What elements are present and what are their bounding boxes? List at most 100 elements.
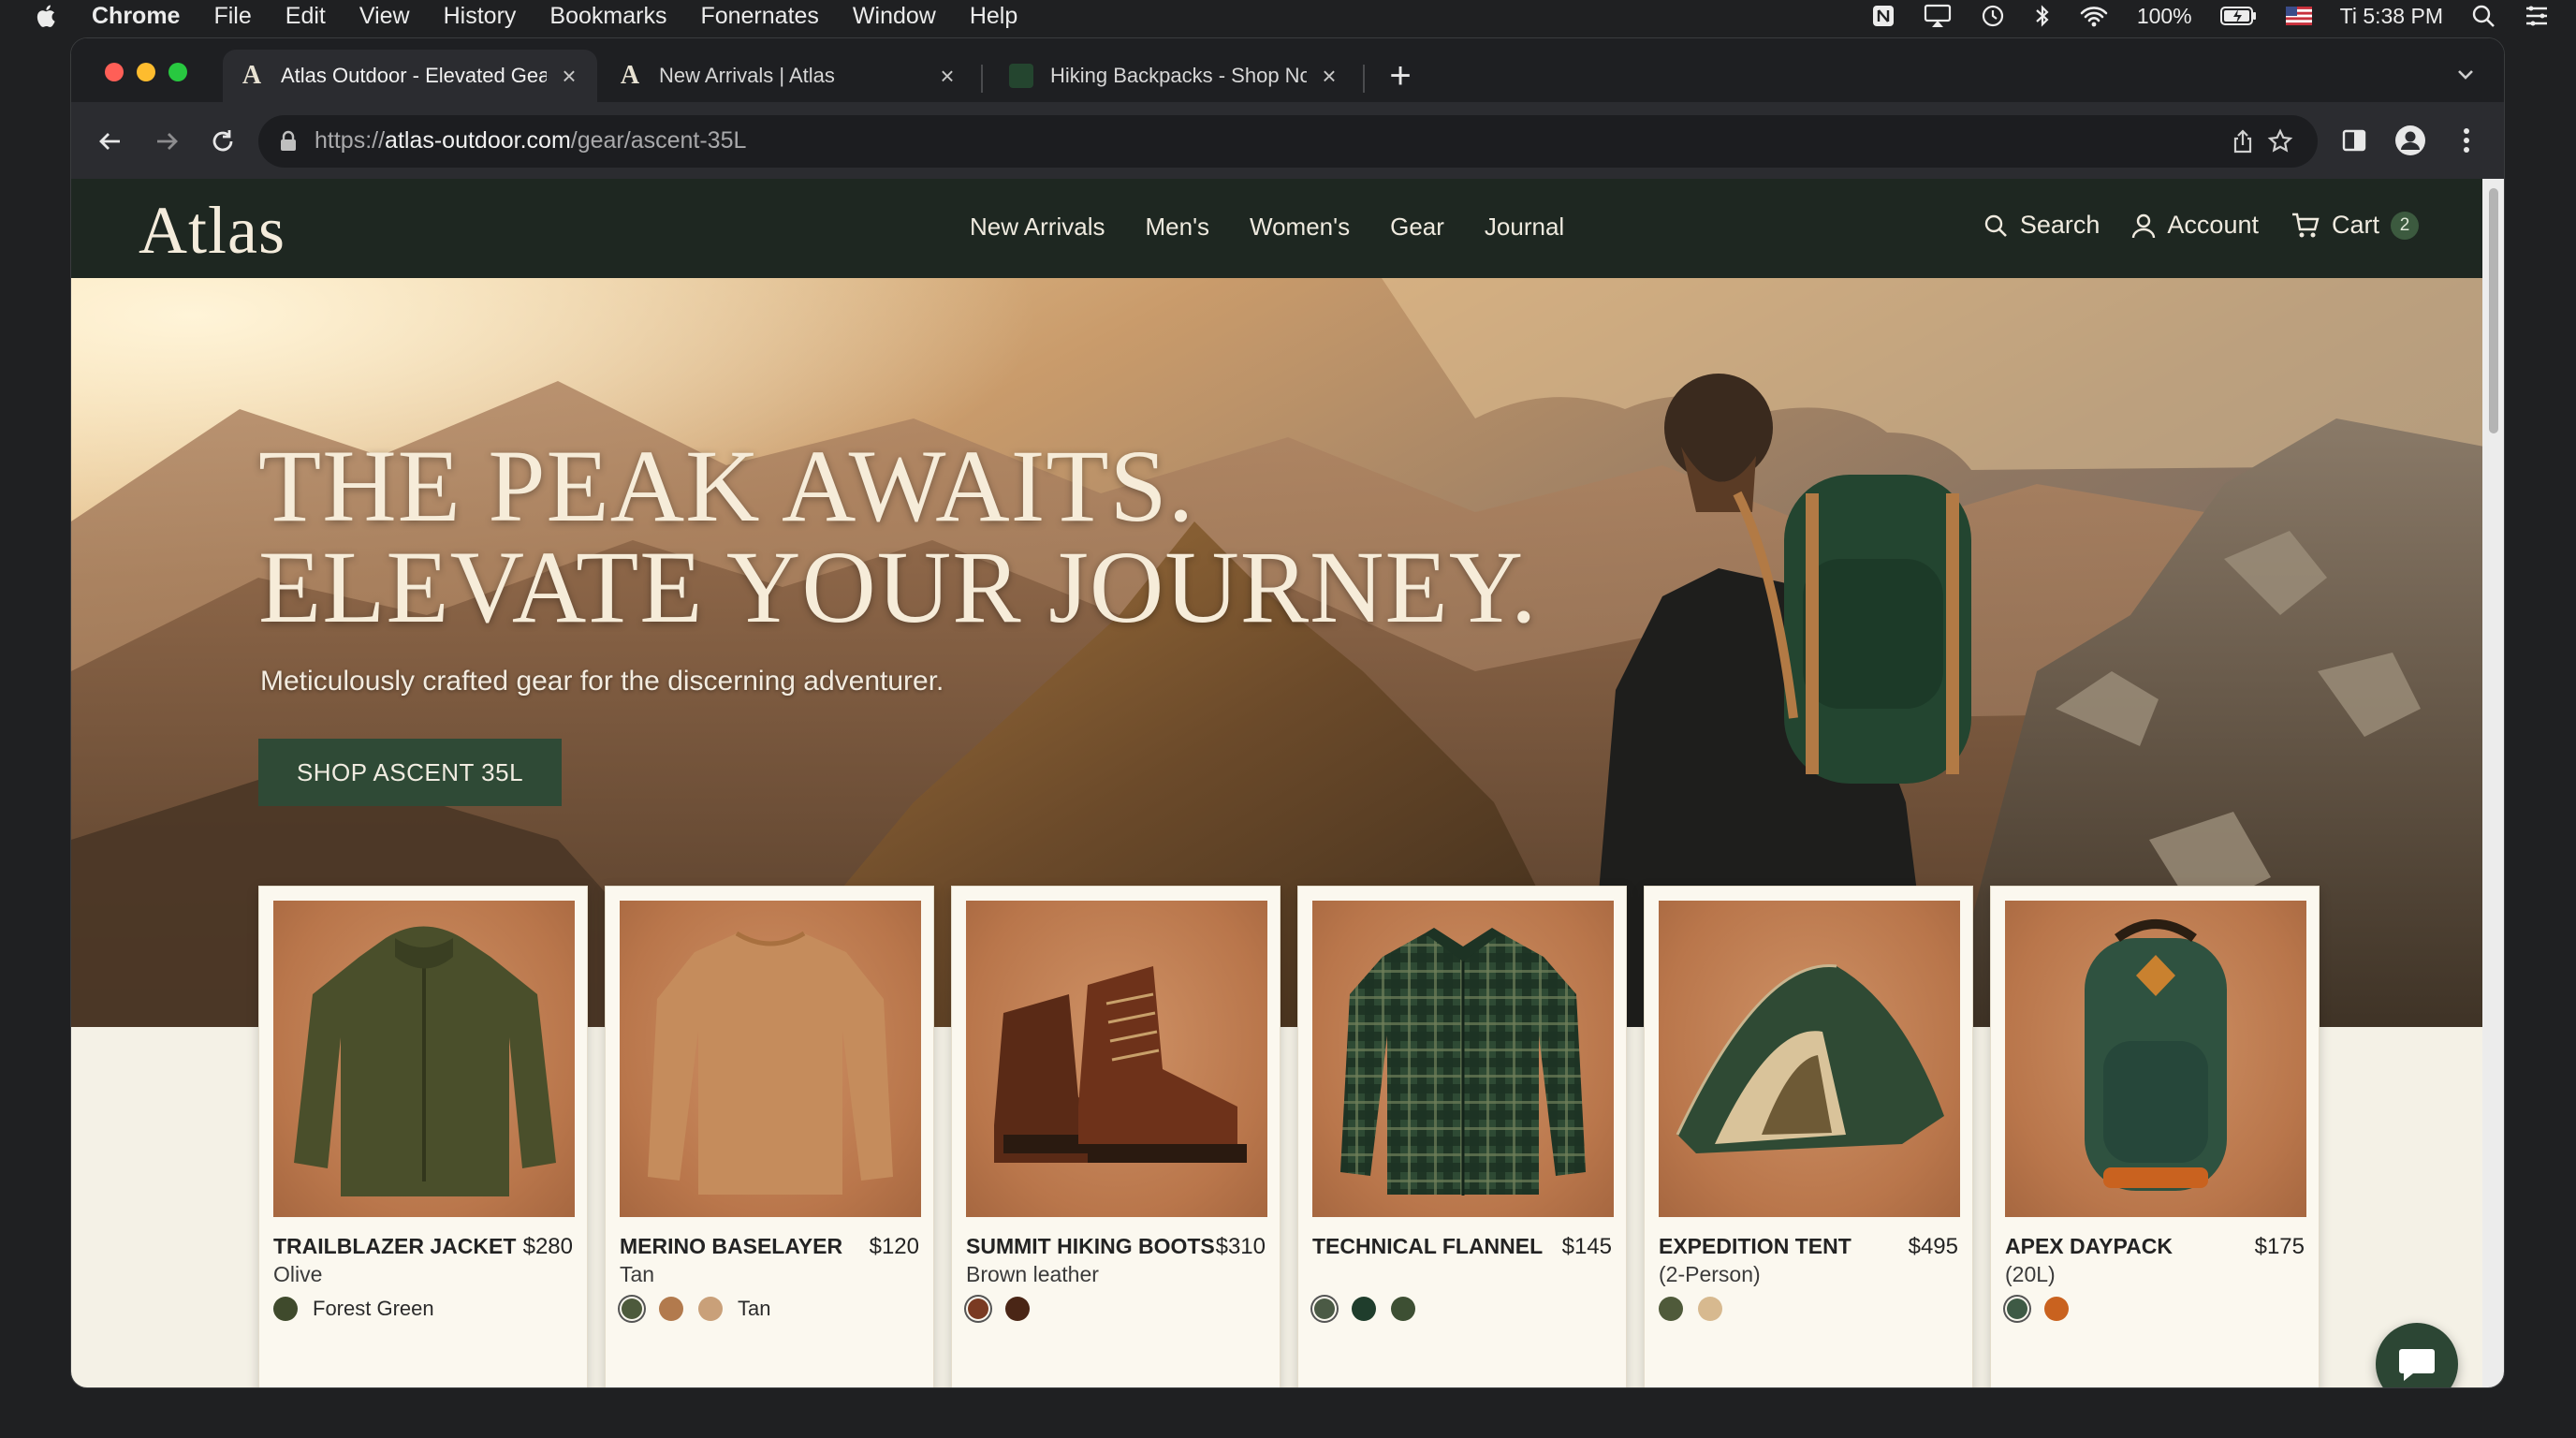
hero-subtitle: Meticulously crafted gear for the discer…	[260, 666, 944, 697]
tab-hiking-backpacks[interactable]: Hiking Backpacks - Shop Now ×	[992, 50, 1357, 102]
menu-app-name[interactable]: Chrome	[92, 3, 180, 30]
color-swatch[interactable]	[1659, 1297, 1683, 1321]
color-swatch[interactable]	[968, 1299, 988, 1319]
profile-button[interactable]	[2393, 123, 2428, 158]
browser-menu-button[interactable]	[2449, 123, 2484, 158]
menu-help[interactable]: Help	[970, 3, 1017, 30]
close-window-button[interactable]	[105, 63, 124, 81]
account-link[interactable]: Account	[2131, 211, 2259, 240]
close-tab-icon[interactable]: ×	[936, 62, 959, 90]
product-name[interactable]: MERINO BASELAYER	[620, 1234, 842, 1259]
minimize-window-button[interactable]	[137, 63, 155, 81]
nav-journal[interactable]: Journal	[1485, 213, 1564, 242]
menu-bookmarks[interactable]: Bookmarks	[549, 3, 666, 30]
product-name[interactable]: TRAILBLAZER JACKET	[273, 1234, 516, 1259]
back-button[interactable]	[90, 121, 131, 162]
tab-new-arrivals[interactable]: A New Arrivals | Atlas ×	[601, 50, 975, 102]
menubar-clock[interactable]: Ti 5:38 PM	[2340, 4, 2443, 29]
chat-widget-button[interactable]	[2376, 1323, 2458, 1387]
nav-mens[interactable]: Men's	[1145, 213, 1209, 242]
nav-womens[interactable]: Women's	[1250, 213, 1350, 242]
search-link[interactable]: Search	[1983, 211, 2100, 240]
product-price: $145	[1561, 1234, 1612, 1259]
close-tab-icon[interactable]: ×	[558, 62, 580, 90]
page-scrollbar[interactable]	[2482, 179, 2504, 1387]
product-image-flannel[interactable]	[1312, 901, 1614, 1217]
product-name[interactable]: SUMMIT HIKING BOOTS	[966, 1234, 1215, 1259]
url-text[interactable]: https://atlas-outdoor.com/gear/ascent-35…	[315, 127, 746, 154]
airplay-icon[interactable]	[1924, 4, 1952, 28]
nav-gear[interactable]: Gear	[1390, 213, 1444, 242]
menu-fonernates[interactable]: Fonernates	[700, 3, 818, 30]
menu-edit[interactable]: Edit	[285, 3, 326, 30]
battery-icon[interactable]	[2219, 6, 2258, 26]
product-card-merino-baselayer[interactable]: MERINO BASELAYER $120 Tan Tan	[605, 886, 934, 1387]
close-tab-icon[interactable]: ×	[1318, 62, 1340, 90]
wifi-icon[interactable]	[2079, 4, 2109, 28]
star-icon[interactable]	[2267, 128, 2293, 154]
product-image-baselayer[interactable]	[620, 901, 921, 1217]
product-image-jacket[interactable]	[273, 901, 575, 1217]
color-swatch[interactable]	[1314, 1299, 1335, 1319]
tab-separator	[1363, 65, 1365, 93]
color-swatch[interactable]	[1391, 1297, 1415, 1321]
tab-separator	[981, 65, 983, 93]
color-swatch[interactable]	[1352, 1297, 1376, 1321]
product-name[interactable]: TECHNICAL FLANNEL	[1312, 1234, 1543, 1259]
reload-button[interactable]	[202, 121, 243, 162]
product-name[interactable]: EXPEDITION TENT	[1659, 1234, 1852, 1259]
notion-icon[interactable]	[1871, 4, 1895, 28]
header-utilities: Search Account Cart 2	[1983, 211, 2419, 240]
menu-file[interactable]: File	[213, 3, 251, 30]
color-swatch[interactable]	[1005, 1297, 1030, 1321]
color-swatch[interactable]	[2044, 1297, 2069, 1321]
product-image-daypack[interactable]	[2005, 901, 2306, 1217]
nav-new-arrivals[interactable]: New Arrivals	[970, 213, 1105, 242]
tab-title: Hiking Backpacks - Shop Now	[1050, 64, 1307, 87]
shop-ascent-button[interactable]: SHOP ASCENT 35L	[258, 739, 562, 806]
color-swatches	[966, 1297, 1030, 1321]
lock-icon[interactable]	[279, 130, 298, 153]
color-swatch[interactable]	[1698, 1297, 1722, 1321]
cart-link[interactable]: Cart 2	[2291, 211, 2419, 240]
scrollbar-thumb[interactable]	[2489, 188, 2498, 433]
menu-history[interactable]: History	[444, 3, 517, 30]
product-variant: (20L)	[2005, 1262, 2056, 1286]
product-card-apex-daypack[interactable]: APEX DAYPACK $175 (20L)	[1990, 886, 2320, 1387]
product-card-expedition-tent[interactable]: EXPEDITION TENT $495 (2-Person)	[1644, 886, 1973, 1387]
chevron-down-icon[interactable]	[2452, 61, 2480, 89]
product-card-summit-hiking-boots[interactable]: SUMMIT HIKING BOOTS $310 Brown leather	[951, 886, 1281, 1387]
us-flag-icon[interactable]	[2285, 7, 2312, 25]
bluetooth-icon[interactable]	[2034, 3, 2051, 29]
color-swatch[interactable]	[659, 1297, 683, 1321]
color-swatch[interactable]	[2007, 1299, 2027, 1319]
menu-view[interactable]: View	[359, 3, 410, 30]
product-card-technical-flannel[interactable]: TECHNICAL FLANNEL $145	[1297, 886, 1627, 1387]
color-swatch[interactable]	[698, 1297, 723, 1321]
time-machine-icon[interactable]	[1980, 3, 2006, 29]
product-variant: Tan	[620, 1262, 655, 1286]
product-card-trailblazer-jacket[interactable]: TRAILBLAZER JACKET $280 Olive Forest Gre…	[258, 886, 588, 1387]
side-panel-button[interactable]	[2336, 123, 2372, 158]
color-swatch[interactable]	[273, 1297, 298, 1321]
tab-title: New Arrivals | Atlas	[659, 64, 835, 87]
forward-button[interactable]	[146, 121, 187, 162]
site-logo[interactable]: Atlas	[139, 192, 285, 270]
control-center-icon[interactable]	[2524, 5, 2550, 27]
swatch-label: Tan	[738, 1297, 771, 1320]
menu-window[interactable]: Window	[853, 3, 936, 30]
tab-atlas-outdoor[interactable]: A Atlas Outdoor - Elevated Gear ×	[223, 50, 597, 102]
color-swatch[interactable]	[622, 1299, 642, 1319]
new-tab-button[interactable]: +	[1382, 55, 1419, 96]
apple-icon[interactable]	[34, 2, 60, 30]
share-icon[interactable]	[2230, 128, 2256, 154]
browser-window: A Atlas Outdoor - Elevated Gear × A New …	[70, 37, 2505, 1388]
product-image-boots[interactable]	[966, 901, 1267, 1217]
product-name[interactable]: APEX DAYPACK	[2005, 1234, 2173, 1259]
zoom-window-button[interactable]	[168, 63, 187, 81]
product-image-tent[interactable]	[1659, 901, 1960, 1217]
product-grid: TRAILBLAZER JACKET $280 Olive Forest Gre…	[258, 886, 2320, 1387]
url-path: /gear/ascent-35L	[570, 127, 747, 154]
address-bar[interactable]: https://atlas-outdoor.com/gear/ascent-35…	[258, 115, 2318, 168]
spotlight-search-icon[interactable]	[2471, 4, 2496, 28]
